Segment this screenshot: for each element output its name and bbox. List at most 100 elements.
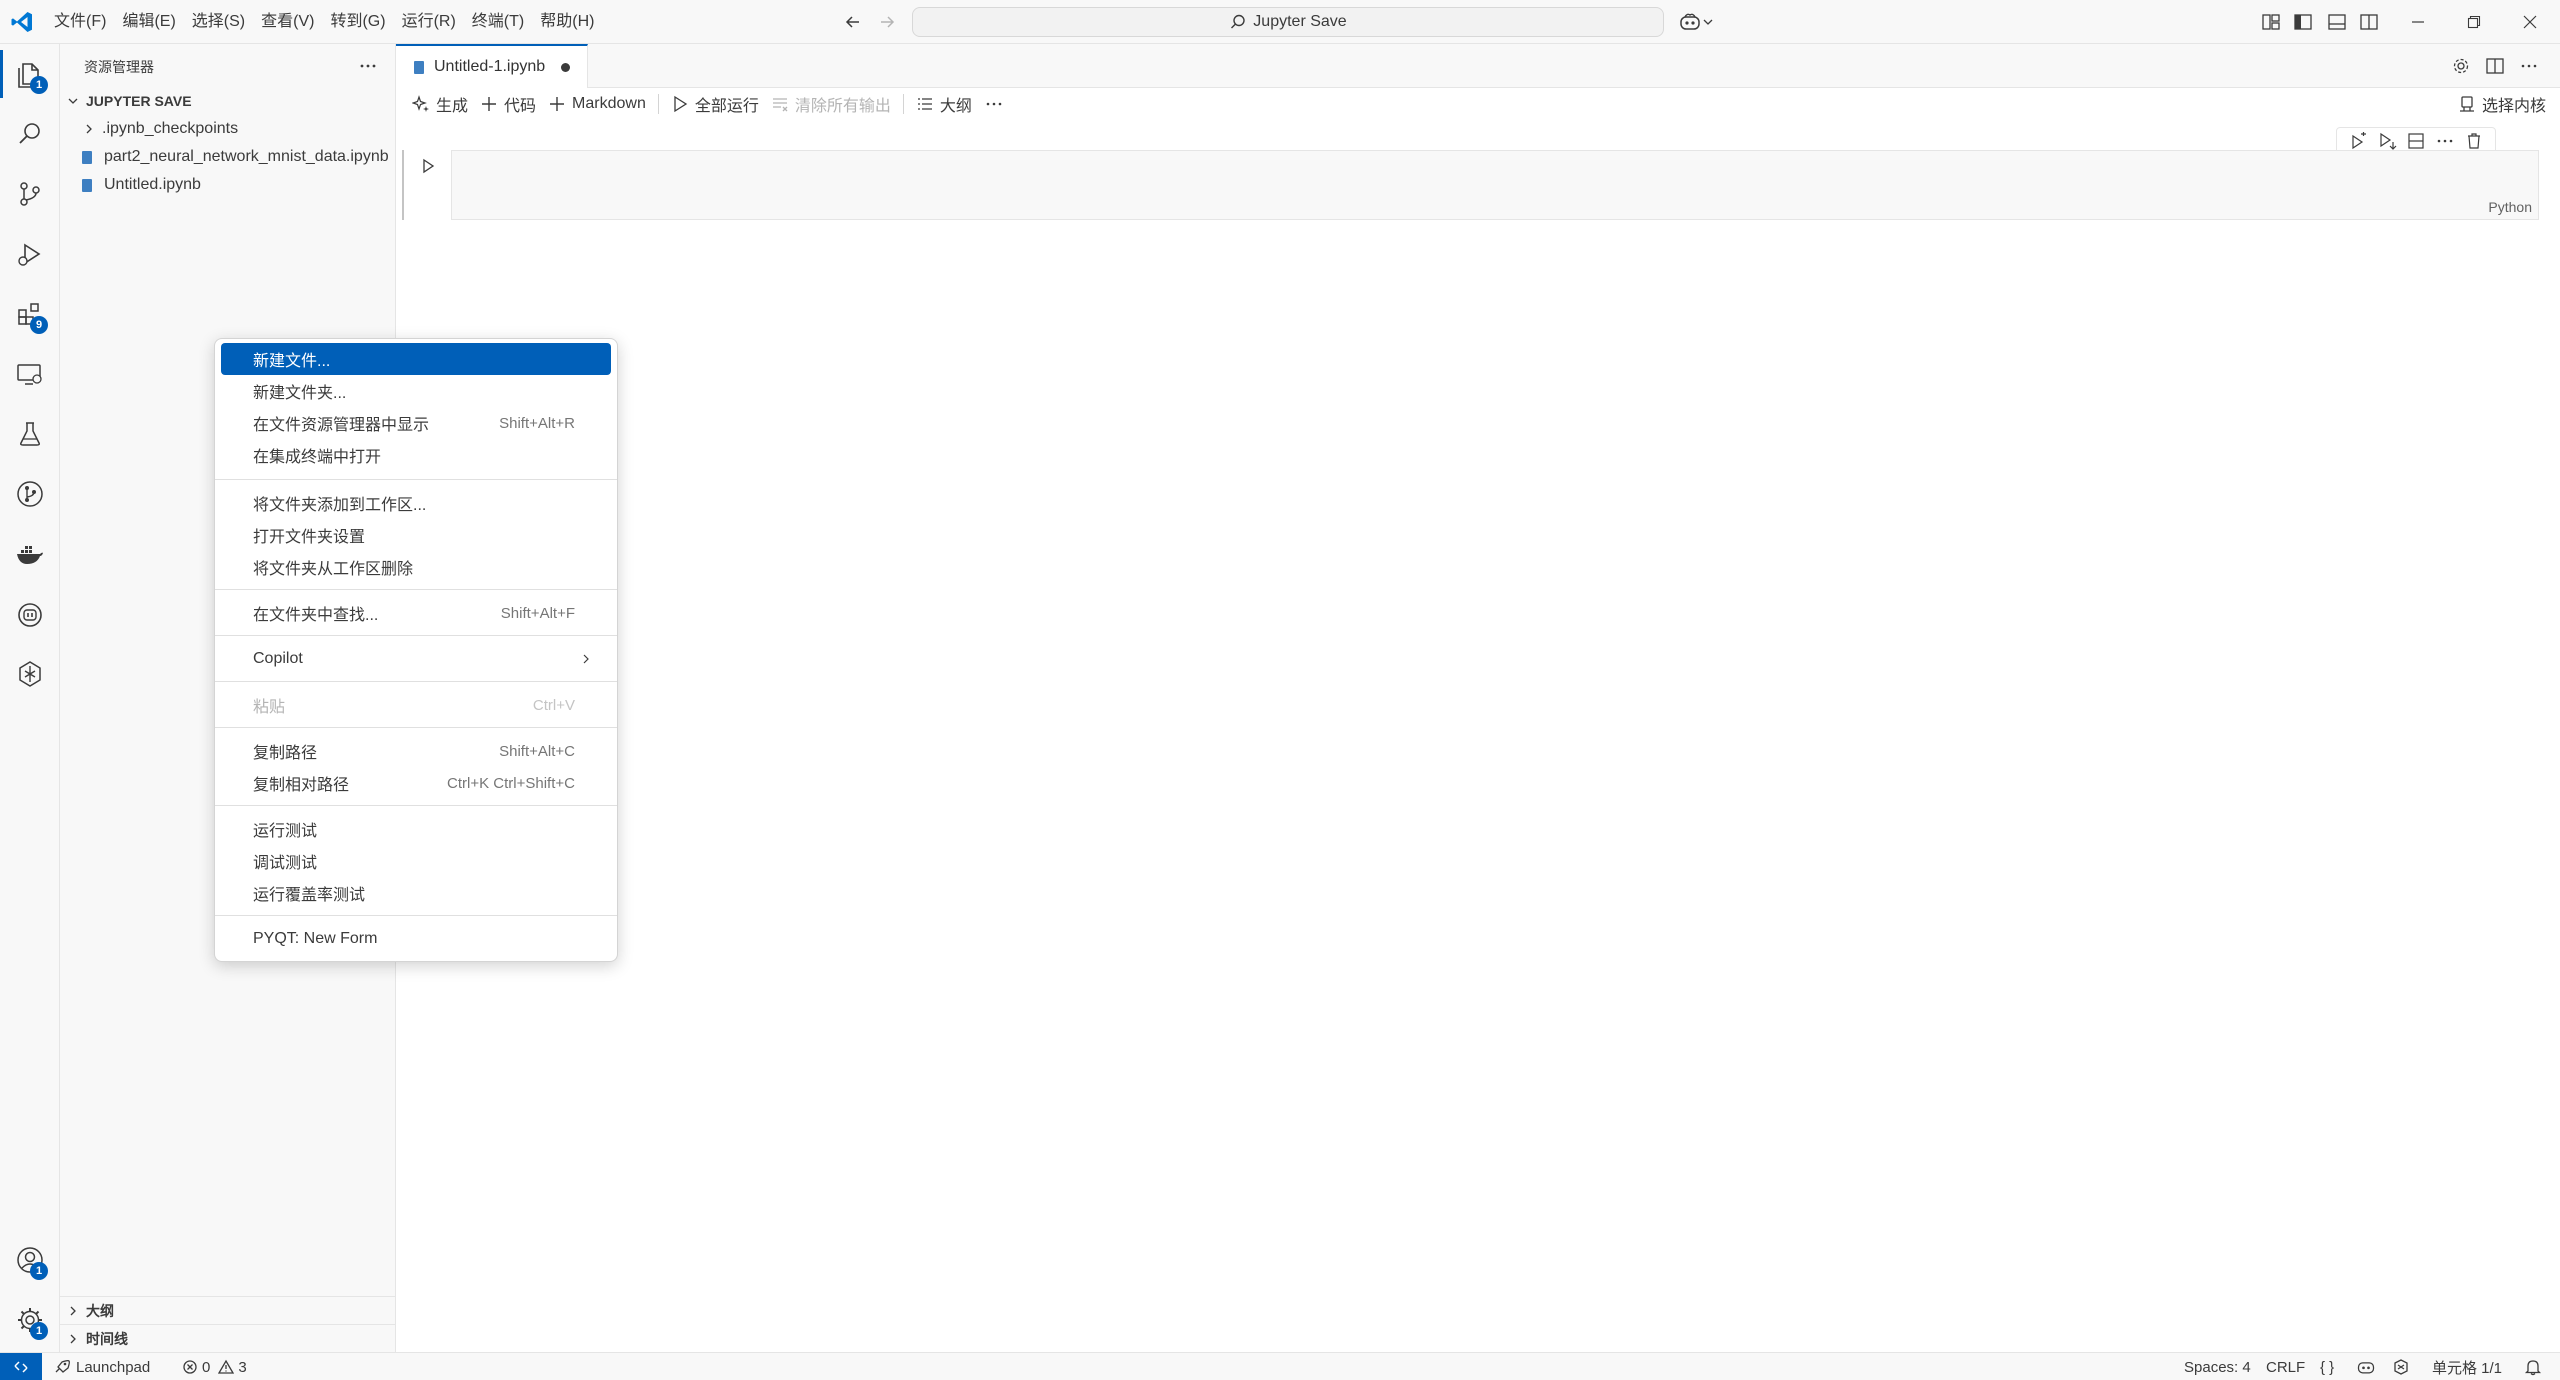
status-bar: Launchpad 0 3 Spaces: 4 CRLF { } 单元格 1/1 [0,1352,2560,1380]
error-count: 0 [202,1358,211,1376]
run-below-icon[interactable] [2377,131,2397,151]
menu-edit[interactable]: 编辑(E) [114,0,183,44]
gear-icon[interactable] [2450,55,2472,77]
arrow-right-icon [876,11,898,33]
unsaved-indicator-icon[interactable] [561,62,571,72]
workspace-folder-header[interactable]: JUPYTER SAVE [60,88,396,114]
list-icon [916,95,940,113]
menu-item-open-in-terminal[interactable]: 在集成终端中打开 [221,439,611,471]
toggle-secondary-sidebar-icon[interactable] [2358,11,2380,33]
more-actions-icon[interactable] [2518,55,2540,77]
split-editor-icon[interactable] [2484,55,2506,77]
more-actions-icon[interactable] [2435,131,2455,151]
menu-item-copy-relative-path[interactable]: 复制相对路径 Ctrl+K Ctrl+Shift+C [221,767,611,799]
git-graph-icon[interactable] [14,478,46,510]
problems-status-item[interactable]: 0 3 [182,1353,247,1380]
add-code-label: 代码 [504,98,537,115]
menu-file[interactable]: 文件(F) [46,0,114,44]
copilot-menu-button[interactable] [1678,10,1718,34]
menu-item-copilot[interactable]: Copilot [221,643,611,675]
chevron-down-icon [66,94,80,108]
generate-label: 生成 [436,98,469,115]
menu-separator [215,727,617,728]
run-cell-icon[interactable] [418,156,438,176]
tree-item-folder[interactable]: .ipynb_checkpoints [60,115,396,143]
menu-item-open-folder-settings[interactable]: 打开文件夹设置 [221,519,611,551]
run-above-icon[interactable] [2348,131,2368,151]
notebook-file-icon [82,150,92,164]
source-control-icon[interactable] [14,178,46,210]
ai-toolkit-status-icon[interactable] [2392,1353,2414,1380]
menu-item-add-folder-to-workspace[interactable]: 将文件夹添加到工作区... [221,487,611,519]
menu-go[interactable]: 转到(G) [322,0,393,44]
cell-position-status-item[interactable]: 单元格 1/1 [2432,1353,2502,1380]
timeline-section-header[interactable]: 时间线 [60,1324,396,1352]
menu-item-debug-tests[interactable]: 调试测试 [221,845,611,877]
outline-section-header[interactable]: 大纲 [60,1296,396,1324]
menu-item-copy-path[interactable]: 复制路径 Shift+Alt+C [221,735,611,767]
customize-layout-icon[interactable] [2260,11,2282,33]
menu-item-run-tests[interactable]: 运行测试 [221,813,611,845]
tree-item-file[interactable]: Untitled.ipynb [60,171,396,199]
run-all-button[interactable]: 全部运行 [665,90,765,118]
language-status-item[interactable]: { } [2320,1353,2334,1380]
explorer-context-menu: 新建文件... 新建文件夹... 在文件资源管理器中显示 Shift+Alt+R… [214,338,618,962]
extensions-badge: 9 [30,316,48,334]
copilot-chat-icon[interactable] [14,598,46,630]
outline-button[interactable]: 大纲 [910,90,978,118]
more-actions-icon[interactable] [356,54,380,78]
trash-icon[interactable] [2464,131,2484,151]
toggle-panel-icon[interactable] [2326,11,2348,33]
add-code-cell-button[interactable]: 代码 [474,90,542,118]
toggle-primary-sidebar-icon[interactable] [2292,11,2314,33]
warning-count: 3 [238,1358,247,1376]
chevron-right-icon [82,122,96,136]
chevron-right-icon [66,1332,80,1346]
select-kernel-button[interactable]: 选择内核 [2458,92,2546,116]
remote-explorer-icon[interactable] [14,358,46,390]
cell-language-label[interactable]: Python [2488,199,2532,215]
menu-item-find-in-folder[interactable]: 在文件夹中查找... Shift+Alt+F [221,597,611,629]
title-bar: 文件(F) 编辑(E) 选择(S) 查看(V) 转到(G) 运行(R) 终端(T… [0,0,2560,44]
run-debug-icon[interactable] [14,238,46,270]
notifications-bell-icon[interactable] [2524,1353,2546,1380]
add-markdown-cell-button[interactable]: Markdown [542,90,652,118]
menu-item-reveal-in-file-explorer[interactable]: 在文件资源管理器中显示 Shift+Alt+R [221,407,611,439]
close-window-button[interactable] [2502,0,2558,44]
menu-separator [215,915,617,916]
command-center-search[interactable]: Jupyter Save [912,7,1664,37]
split-cell-icon[interactable] [2406,131,2426,151]
menu-run[interactable]: 运行(R) [394,0,464,44]
tab-untitled-notebook[interactable]: Untitled-1.ipynb [396,44,588,88]
menu-item-run-coverage-tests[interactable]: 运行覆盖率测试 [221,877,611,909]
arrow-left-icon[interactable] [842,11,864,33]
menu-view[interactable]: 查看(V) [253,0,322,44]
testing-flask-icon[interactable] [14,418,46,450]
minimize-button[interactable] [2390,0,2446,44]
notebook-file-icon [414,60,424,74]
search-icon[interactable] [14,118,46,150]
menu-item-new-file[interactable]: 新建文件... [221,343,611,375]
menu-item-pyqt-new-form[interactable]: PYQT: New Form [221,923,611,955]
more-actions-icon[interactable] [978,90,1016,118]
indentation-status-item[interactable]: Spaces: 4 [2184,1353,2251,1380]
launchpad-status-item[interactable]: Launchpad [52,1353,150,1380]
eol-status-item[interactable]: CRLF [2266,1353,2305,1380]
play-icon [671,95,695,113]
tree-item-label: part2_neural_network_mnist_data.ipynb [104,148,389,165]
menu-selection[interactable]: 选择(S) [184,0,253,44]
warning-icon [218,1359,238,1375]
menu-item-new-folder[interactable]: 新建文件夹... [221,375,611,407]
ai-toolkit-icon[interactable] [14,658,46,690]
menu-item-remove-folder-from-workspace[interactable]: 将文件夹从工作区删除 [221,551,611,583]
generate-button[interactable]: 生成 [406,90,474,118]
code-cell-editor[interactable]: Python [451,150,2539,220]
menu-terminal[interactable]: 终端(T) [464,0,532,44]
menu-help[interactable]: 帮助(H) [532,0,602,44]
tree-item-file[interactable]: part2_neural_network_mnist_data.ipynb [60,143,396,171]
restore-button[interactable] [2446,0,2502,44]
tab-label: Untitled-1.ipynb [434,58,546,75]
remote-indicator-button[interactable] [0,1353,42,1380]
docker-icon[interactable] [14,538,46,570]
copilot-status-icon[interactable] [2356,1353,2380,1380]
